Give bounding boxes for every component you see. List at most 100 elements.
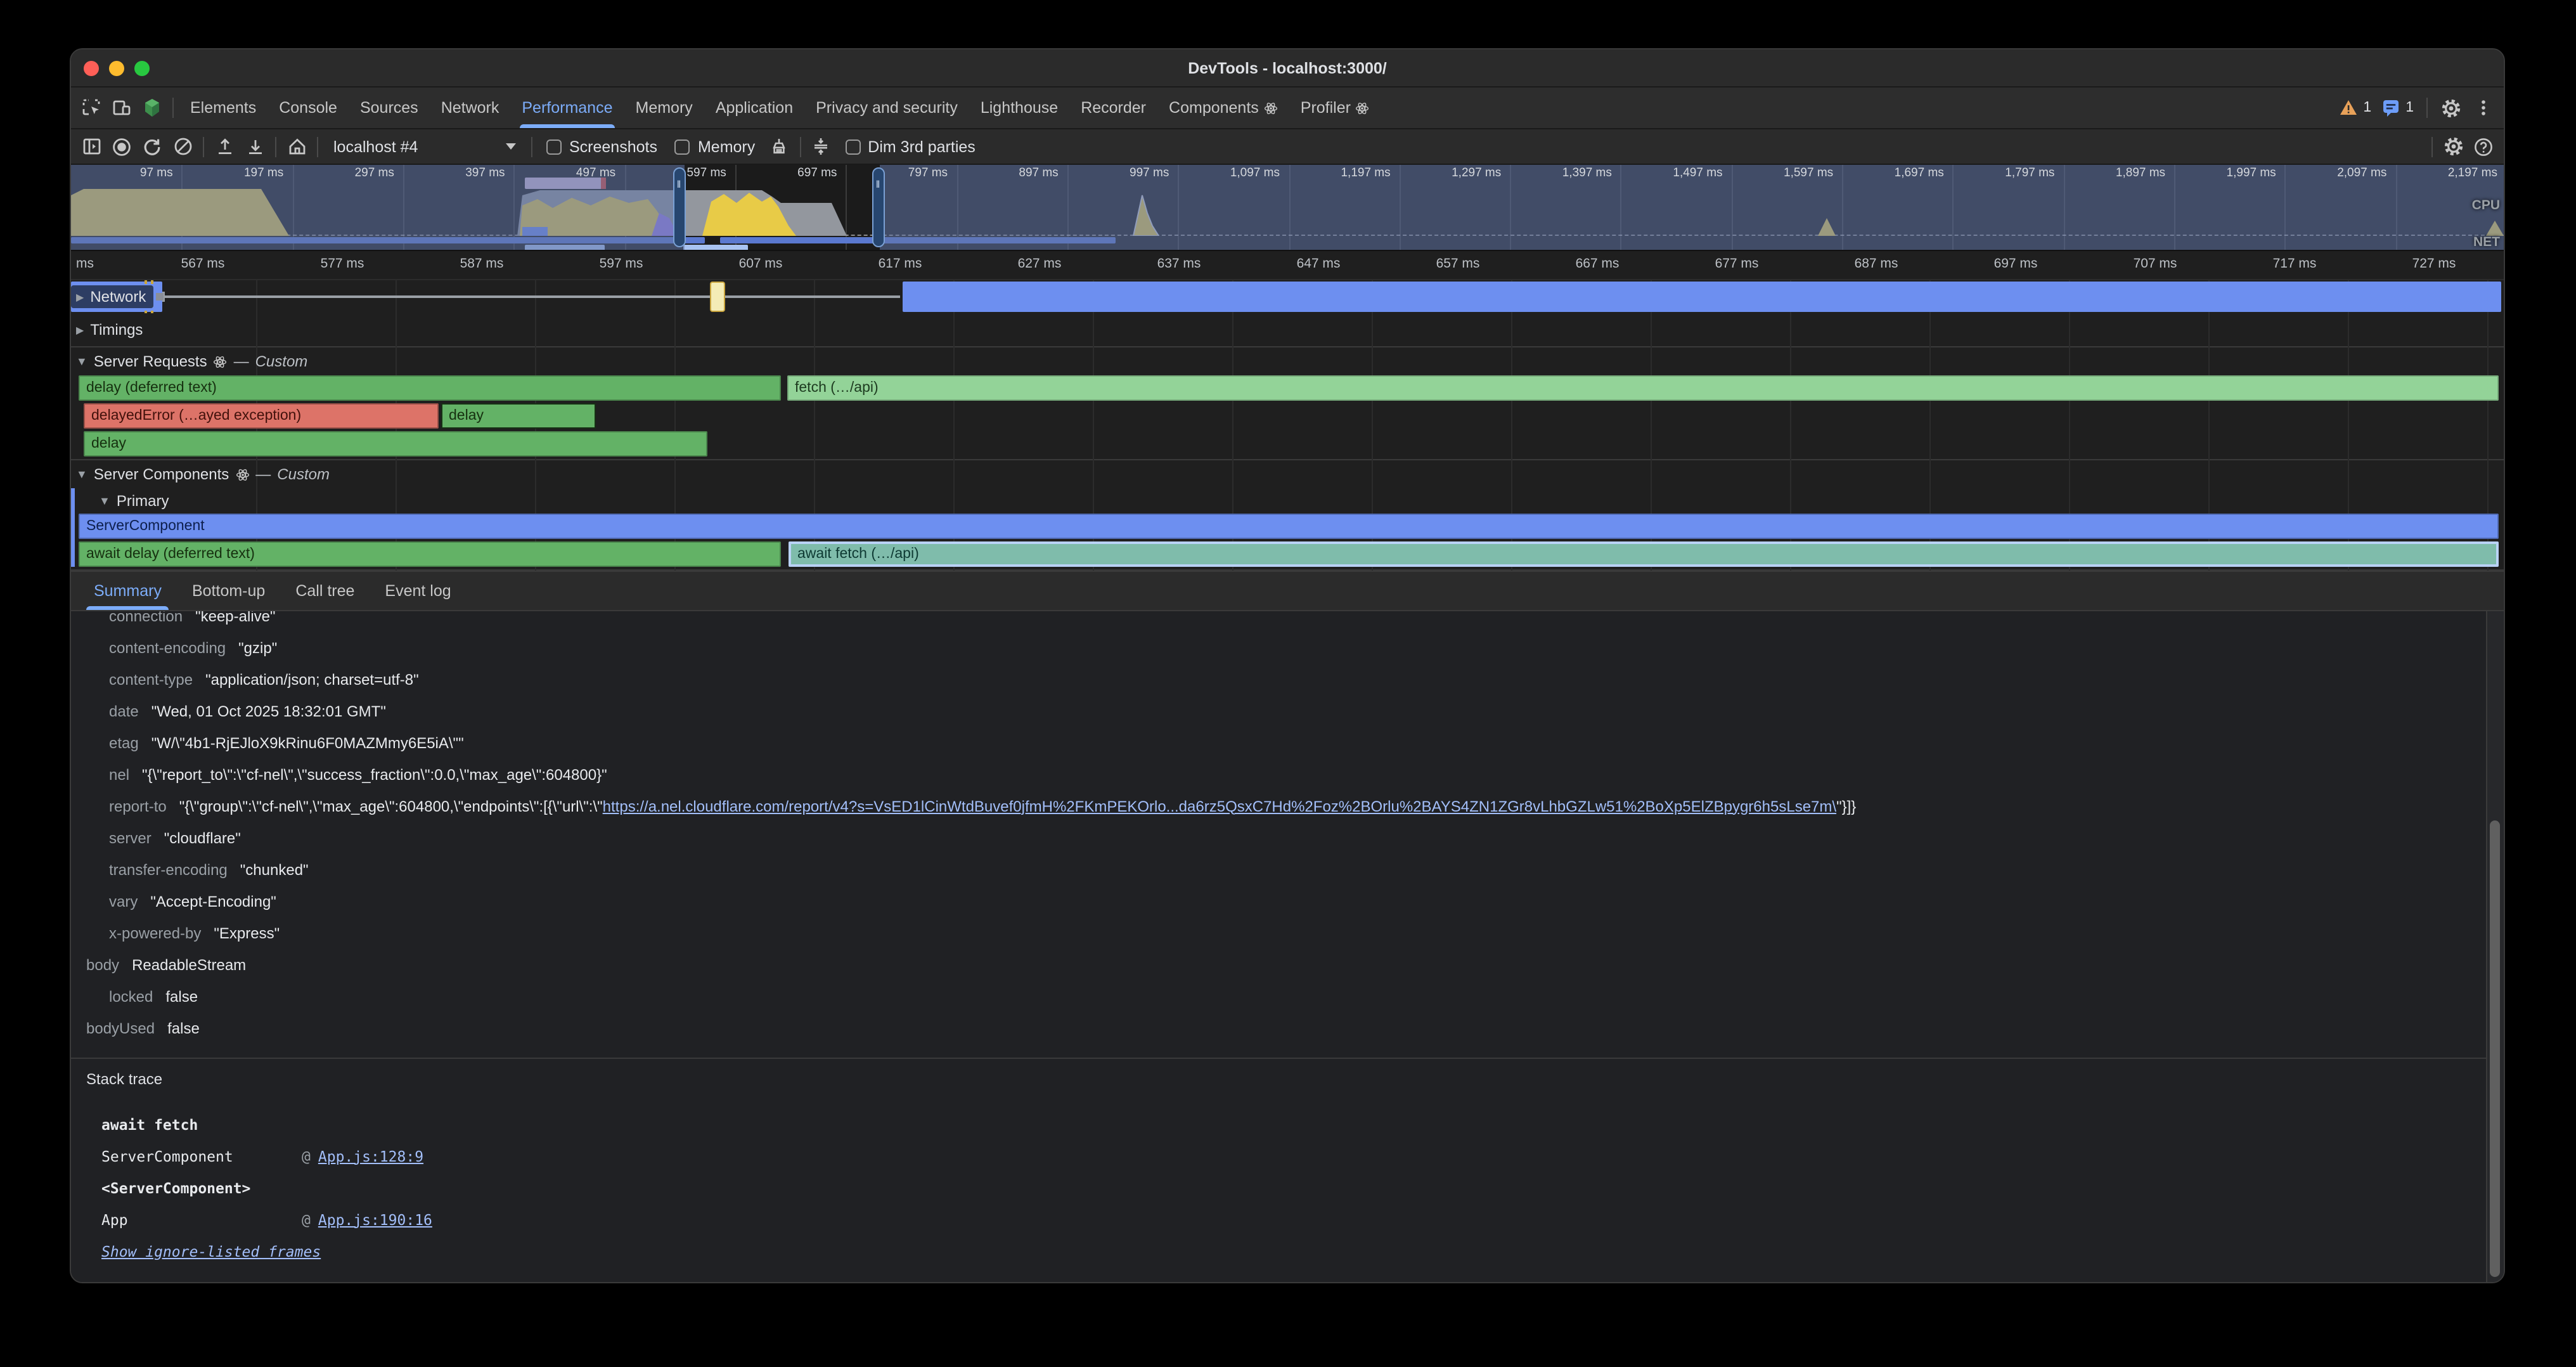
- flame-bar[interactable]: delay: [441, 403, 596, 429]
- tab-application[interactable]: Application: [704, 87, 804, 128]
- divider: [799, 136, 801, 157]
- overview-tick: 397 ms: [403, 166, 505, 184]
- frame-location-link[interactable]: App.js:128:9: [318, 1147, 423, 1165]
- tab-profiler[interactable]: Profiler: [1289, 87, 1381, 128]
- scrollbar[interactable]: [2486, 611, 2504, 1283]
- issues-icon[interactable]: [2379, 93, 2402, 123]
- flame-bar[interactable]: delay (deferred text): [79, 375, 781, 401]
- details-tab-call-tree[interactable]: Call tree: [280, 572, 370, 610]
- settings-gear-icon[interactable]: [2435, 93, 2466, 123]
- frame-function: App: [101, 1210, 302, 1228]
- ruler-tick: 597 ms: [570, 256, 672, 271]
- network-whisker: [162, 295, 900, 298]
- details-tab-event-log[interactable]: Event log: [370, 572, 466, 610]
- property-key: content-encoding: [109, 638, 226, 656]
- network-request-bar[interactable]: [903, 282, 2501, 312]
- divider: [2426, 98, 2428, 118]
- window-title: DevTools - localhost:3000/: [1188, 59, 1387, 77]
- zoom-window-button[interactable]: [134, 61, 150, 76]
- tab-lighthouse[interactable]: Lighthouse: [969, 87, 1069, 128]
- timings-track-label[interactable]: ▶ Timings: [71, 318, 150, 341]
- scrollbar-thumb[interactable]: [2490, 820, 2500, 1277]
- summary-pane: connection"keep-alive"content-encoding"g…: [71, 611, 2504, 1283]
- network-pending-request[interactable]: [710, 282, 725, 312]
- collapse-sections-icon[interactable]: [806, 131, 836, 162]
- flame-bar[interactable]: ServerComponent: [79, 514, 2499, 539]
- device-toolbar-icon[interactable]: [106, 93, 137, 123]
- tab-components[interactable]: Components: [1157, 87, 1289, 128]
- tab-memory[interactable]: Memory: [624, 87, 704, 128]
- record-icon[interactable]: [106, 131, 137, 162]
- garbage-collect-icon[interactable]: [764, 131, 794, 162]
- extension-gem-icon[interactable]: [137, 93, 167, 123]
- property-row: bodyReadableStream: [71, 949, 2483, 980]
- dim-3rd-parties-checkbox[interactable]: Dim 3rd parties: [836, 138, 984, 155]
- divider: [203, 136, 204, 157]
- ruler-tick: 617 ms: [849, 256, 951, 271]
- close-window-button[interactable]: [84, 61, 99, 76]
- tab-console[interactable]: Console: [267, 87, 349, 128]
- network-track-label[interactable]: ▶ Network: [71, 285, 153, 308]
- history-dropdown[interactable]: localhost #4: [323, 138, 526, 155]
- custom-track-suffix: Custom: [277, 465, 330, 483]
- selection-handle-right[interactable]: ‖: [872, 167, 885, 247]
- memory-checkbox[interactable]: Memory: [666, 138, 764, 155]
- tab-label: Console: [279, 99, 337, 117]
- property-value: "Express": [214, 924, 280, 942]
- tab-network[interactable]: Network: [430, 87, 511, 128]
- selection-handle-left[interactable]: ‖: [673, 167, 686, 247]
- checkbox-box: [546, 139, 562, 154]
- net-strip-label: NET: [2473, 235, 2500, 250]
- ruler-tick: 707 ms: [2104, 256, 2206, 271]
- toggle-sidebar-icon[interactable]: [76, 131, 106, 162]
- frame-location-link[interactable]: App.js:190:16: [318, 1210, 432, 1228]
- flame-bar[interactable]: delayedError (…ayed exception): [84, 403, 439, 429]
- server-requests-header[interactable]: ▼ Server Requests — Custom: [71, 347, 2504, 375]
- primary-group-header[interactable]: ▼ Primary: [71, 488, 2504, 514]
- tab-performance[interactable]: Performance: [510, 87, 624, 128]
- track-config-handle[interactable]: [156, 293, 164, 301]
- overview-tick: 2,197 ms: [2395, 166, 2497, 184]
- details-tab-bottom-up[interactable]: Bottom-up: [177, 572, 280, 610]
- server-components-header[interactable]: ▼ Server Components — Custom: [71, 460, 2504, 488]
- property-key: server: [109, 829, 151, 846]
- expanded-triangle-icon: ▼: [99, 495, 110, 507]
- tab-elements[interactable]: Elements: [179, 87, 267, 128]
- details-tab-summary[interactable]: Summary: [79, 572, 177, 610]
- flame-bar[interactable]: await delay (deferred text): [79, 541, 781, 567]
- tab-label: Lighthouse: [981, 99, 1058, 117]
- timeline-overview[interactable]: 97 ms197 ms297 ms397 ms497 ms597 ms697 m…: [71, 165, 2504, 251]
- flame-bar[interactable]: await fetch (…/api): [789, 541, 2499, 567]
- ruler-tick: 627 ms: [989, 256, 1090, 271]
- frame-text: <ServerComponent>: [101, 1179, 250, 1196]
- tab-sources[interactable]: Sources: [349, 87, 430, 128]
- flame-bar[interactable]: fetch (…/api): [787, 375, 2499, 401]
- reload-record-icon[interactable]: [137, 131, 167, 162]
- timings-track[interactable]: ▶ Timings: [71, 313, 2504, 346]
- download-profile-icon[interactable]: [240, 131, 270, 162]
- panel-settings-gear-icon[interactable]: [2438, 131, 2468, 162]
- server-requests-row: delay (deferred text)fetch (…/api): [71, 375, 2504, 401]
- upload-profile-icon[interactable]: [209, 131, 240, 162]
- overview-tick: 2,097 ms: [2285, 166, 2387, 184]
- tab-recorder[interactable]: Recorder: [1069, 87, 1157, 128]
- kebab-menu-icon[interactable]: [2468, 93, 2499, 123]
- ruler-tick: 657 ms: [1407, 256, 1509, 271]
- property-row: server"cloudflare": [71, 822, 2483, 853]
- screenshots-checkbox[interactable]: Screenshots: [538, 138, 666, 155]
- checkbox-box: [675, 139, 690, 154]
- home-icon[interactable]: [281, 131, 312, 162]
- flame-bar[interactable]: delay: [84, 431, 707, 457]
- network-track[interactable]: ▶ Network: [71, 280, 2504, 313]
- tab-label: Application: [716, 99, 793, 117]
- show-ignore-listed-frames-link[interactable]: Show ignore-listed frames: [101, 1242, 321, 1260]
- minimize-window-button[interactable]: [109, 61, 124, 76]
- help-icon[interactable]: [2468, 131, 2499, 162]
- clear-icon[interactable]: [167, 131, 198, 162]
- report-to-url-link[interactable]: https://a.nel.cloudflare.com/report/v4?s…: [603, 797, 1836, 815]
- warning-icon[interactable]: [2336, 93, 2359, 123]
- detail-ruler[interactable]: ms 567 ms577 ms587 ms597 ms607 ms617 ms6…: [71, 251, 2504, 280]
- divider: [172, 98, 174, 118]
- tab-privacy-and-security[interactable]: Privacy and security: [804, 87, 969, 128]
- inspect-element-icon[interactable]: [76, 93, 106, 123]
